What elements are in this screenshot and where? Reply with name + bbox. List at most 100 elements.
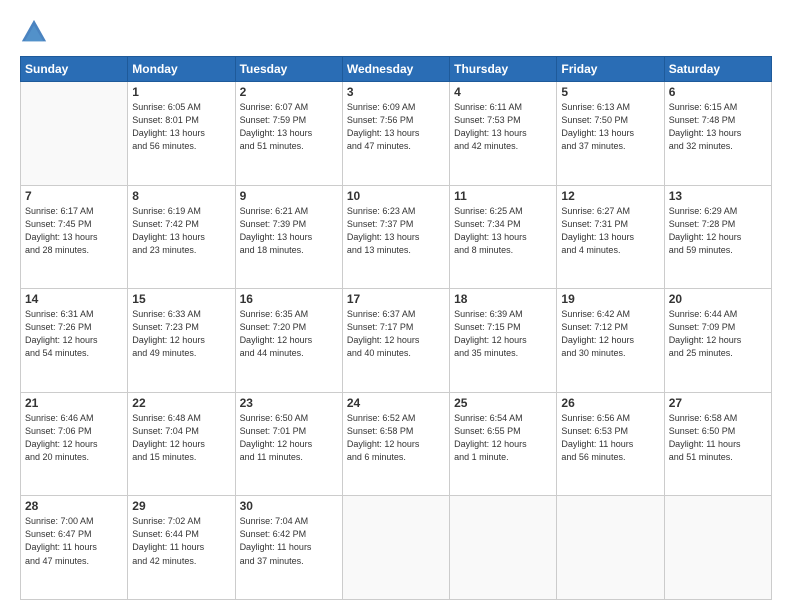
day-number: 1 <box>132 85 230 99</box>
weekday-header-thursday: Thursday <box>450 57 557 82</box>
day-cell: 17 Sunrise: 6:37 AM Sunset: 7:17 PM Dayli… <box>342 289 449 393</box>
day-cell: 24Sunrise: 6:52 AM Sunset: 6:58 PM Dayli… <box>342 392 449 496</box>
day-number: 3 <box>347 85 445 99</box>
day-info: Sunrise: 6:39 AM Sunset: 7:15 PM Dayligh… <box>454 308 552 360</box>
day-number: 21 <box>25 396 123 410</box>
day-cell: 22 Sunrise: 6:48 AM Sunset: 7:04 PM Dayli… <box>128 392 235 496</box>
day-info: Sunrise: 6:33 AM Sunset: 7:23 PM Dayligh… <box>132 308 230 360</box>
day-info: Sunrise: 6:56 AM Sunset: 6:53 PM Dayligh… <box>561 412 659 464</box>
weekday-header-friday: Friday <box>557 57 664 82</box>
day-cell: 28 Sunrise: 7:00 AM Sunset: 6:47 PM Dayli… <box>21 496 128 600</box>
day-cell: 25 Sunrise: 6:54 AM Sunset: 6:55 PM Dayli… <box>450 392 557 496</box>
day-info: Sunrise: 6:27 AM Sunset: 7:31 PM Dayligh… <box>561 205 659 257</box>
day-info: Sunrise: 6:09 AM Sunset: 7:56 PM Dayligh… <box>347 101 445 153</box>
day-number: 13 <box>669 189 767 203</box>
day-info: Sunrise: 6:23 AM Sunset: 7:37 PM Dayligh… <box>347 205 445 257</box>
day-number: 7 <box>25 189 123 203</box>
day-info: Sunrise: 6:19 AM Sunset: 7:42 PM Dayligh… <box>132 205 230 257</box>
day-number: 26 <box>561 396 659 410</box>
day-cell: 2 Sunrise: 6:07 AM Sunset: 7:59 PM Daylig… <box>235 82 342 186</box>
day-info: Sunrise: 6:58 AM Sunset: 6:50 PM Dayligh… <box>669 412 767 464</box>
day-cell: 18 Sunrise: 6:39 AM Sunset: 7:15 PM Dayli… <box>450 289 557 393</box>
day-cell: 29 Sunrise: 7:02 AM Sunset: 6:44 PM Dayli… <box>128 496 235 600</box>
day-number: 16 <box>240 292 338 306</box>
day-cell: 10 Sunrise: 6:23 AM Sunset: 7:37 PM Dayli… <box>342 185 449 289</box>
day-number: 27 <box>669 396 767 410</box>
day-cell <box>664 496 771 600</box>
day-info: Sunrise: 6:48 AM Sunset: 7:04 PM Dayligh… <box>132 412 230 464</box>
weekday-header-monday: Monday <box>128 57 235 82</box>
day-info: Sunrise: 6:50 AM Sunset: 7:01 PM Dayligh… <box>240 412 338 464</box>
day-number: 8 <box>132 189 230 203</box>
day-number: 11 <box>454 189 552 203</box>
day-number: 4 <box>454 85 552 99</box>
day-cell <box>557 496 664 600</box>
day-info: Sunrise: 6:21 AM Sunset: 7:39 PM Dayligh… <box>240 205 338 257</box>
day-info: Sunrise: 6:29 AM Sunset: 7:28 PM Dayligh… <box>669 205 767 257</box>
day-number: 2 <box>240 85 338 99</box>
day-cell <box>450 496 557 600</box>
day-cell: 21Sunrise: 6:46 AM Sunset: 7:06 PM Dayli… <box>21 392 128 496</box>
week-row-3: 14Sunrise: 6:31 AM Sunset: 7:26 PM Dayli… <box>21 289 772 393</box>
day-info: Sunrise: 6:25 AM Sunset: 7:34 PM Dayligh… <box>454 205 552 257</box>
day-info: Sunrise: 6:35 AM Sunset: 7:20 PM Dayligh… <box>240 308 338 360</box>
day-info: Sunrise: 6:05 AM Sunset: 8:01 PM Dayligh… <box>132 101 230 153</box>
day-cell: 4 Sunrise: 6:11 AM Sunset: 7:53 PM Daylig… <box>450 82 557 186</box>
day-number: 30 <box>240 499 338 513</box>
week-row-1: 1 Sunrise: 6:05 AM Sunset: 8:01 PM Daylig… <box>21 82 772 186</box>
calendar-table: SundayMondayTuesdayWednesdayThursdayFrid… <box>20 56 772 600</box>
day-cell: 11 Sunrise: 6:25 AM Sunset: 7:34 PM Dayli… <box>450 185 557 289</box>
day-info: Sunrise: 6:54 AM Sunset: 6:55 PM Dayligh… <box>454 412 552 464</box>
weekday-header-row: SundayMondayTuesdayWednesdayThursdayFrid… <box>21 57 772 82</box>
header <box>20 18 772 46</box>
logo-icon <box>20 18 48 46</box>
day-info: Sunrise: 6:17 AM Sunset: 7:45 PM Dayligh… <box>25 205 123 257</box>
day-cell: 9 Sunrise: 6:21 AM Sunset: 7:39 PM Daylig… <box>235 185 342 289</box>
day-number: 14 <box>25 292 123 306</box>
day-cell: 20 Sunrise: 6:44 AM Sunset: 7:09 PM Dayli… <box>664 289 771 393</box>
day-info: Sunrise: 7:02 AM Sunset: 6:44 PM Dayligh… <box>132 515 230 567</box>
day-cell: 26 Sunrise: 6:56 AM Sunset: 6:53 PM Dayli… <box>557 392 664 496</box>
day-info: Sunrise: 6:07 AM Sunset: 7:59 PM Dayligh… <box>240 101 338 153</box>
weekday-header-saturday: Saturday <box>664 57 771 82</box>
day-info: Sunrise: 6:37 AM Sunset: 7:17 PM Dayligh… <box>347 308 445 360</box>
day-info: Sunrise: 7:04 AM Sunset: 6:42 PM Dayligh… <box>240 515 338 567</box>
day-number: 22 <box>132 396 230 410</box>
logo <box>20 18 52 46</box>
day-number: 17 <box>347 292 445 306</box>
day-cell: 14Sunrise: 6:31 AM Sunset: 7:26 PM Dayli… <box>21 289 128 393</box>
day-number: 12 <box>561 189 659 203</box>
day-info: Sunrise: 6:44 AM Sunset: 7:09 PM Dayligh… <box>669 308 767 360</box>
day-cell: 8 Sunrise: 6:19 AM Sunset: 7:42 PM Daylig… <box>128 185 235 289</box>
weekday-header-sunday: Sunday <box>21 57 128 82</box>
weekday-header-wednesday: Wednesday <box>342 57 449 82</box>
week-row-5: 28 Sunrise: 7:00 AM Sunset: 6:47 PM Dayli… <box>21 496 772 600</box>
day-cell: 3 Sunrise: 6:09 AM Sunset: 7:56 PM Daylig… <box>342 82 449 186</box>
day-info: Sunrise: 6:15 AM Sunset: 7:48 PM Dayligh… <box>669 101 767 153</box>
day-cell: 19Sunrise: 6:42 AM Sunset: 7:12 PM Dayli… <box>557 289 664 393</box>
day-number: 28 <box>25 499 123 513</box>
day-number: 29 <box>132 499 230 513</box>
week-row-2: 7 Sunrise: 6:17 AM Sunset: 7:45 PM Daylig… <box>21 185 772 289</box>
day-number: 19 <box>561 292 659 306</box>
weekday-header-tuesday: Tuesday <box>235 57 342 82</box>
day-cell: 6 Sunrise: 6:15 AM Sunset: 7:48 PM Daylig… <box>664 82 771 186</box>
day-number: 20 <box>669 292 767 306</box>
page: SundayMondayTuesdayWednesdayThursdayFrid… <box>0 0 792 612</box>
day-number: 18 <box>454 292 552 306</box>
day-number: 10 <box>347 189 445 203</box>
day-number: 6 <box>669 85 767 99</box>
day-number: 5 <box>561 85 659 99</box>
day-cell: 16 Sunrise: 6:35 AM Sunset: 7:20 PM Dayli… <box>235 289 342 393</box>
day-cell <box>342 496 449 600</box>
day-number: 15 <box>132 292 230 306</box>
day-info: Sunrise: 7:00 AM Sunset: 6:47 PM Dayligh… <box>25 515 123 567</box>
week-row-4: 21Sunrise: 6:46 AM Sunset: 7:06 PM Dayli… <box>21 392 772 496</box>
day-number: 9 <box>240 189 338 203</box>
day-cell: 23Sunrise: 6:50 AM Sunset: 7:01 PM Dayli… <box>235 392 342 496</box>
day-cell: 27 Sunrise: 6:58 AM Sunset: 6:50 PM Dayli… <box>664 392 771 496</box>
day-info: Sunrise: 6:52 AM Sunset: 6:58 PM Dayligh… <box>347 412 445 464</box>
day-number: 25 <box>454 396 552 410</box>
day-info: Sunrise: 6:13 AM Sunset: 7:50 PM Dayligh… <box>561 101 659 153</box>
day-info: Sunrise: 6:11 AM Sunset: 7:53 PM Dayligh… <box>454 101 552 153</box>
